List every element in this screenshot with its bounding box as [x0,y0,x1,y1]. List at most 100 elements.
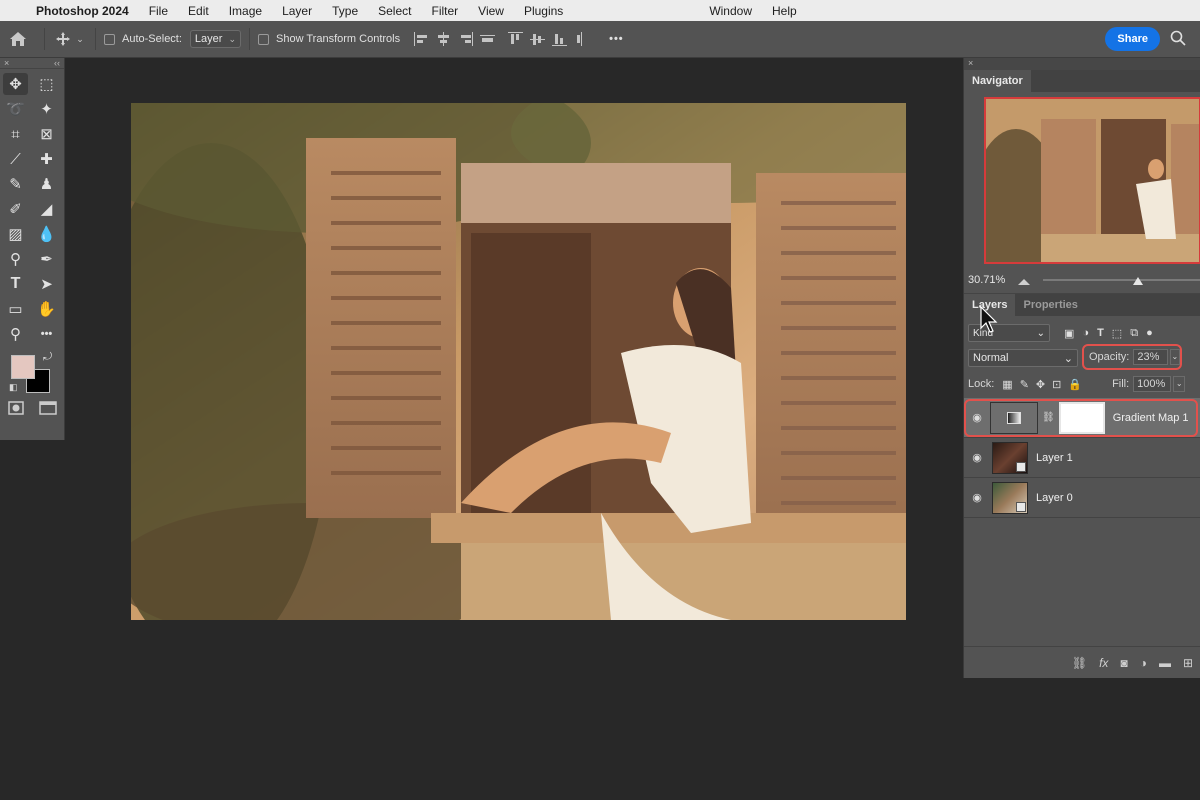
more-options-icon[interactable]: ••• [609,33,624,45]
menu-filter[interactable]: Filter [431,4,458,18]
layer-name[interactable]: Layer 1 [1036,452,1073,464]
lock-all-icon[interactable]: 🔒 [1068,378,1082,391]
new-adjustment-layer-icon[interactable]: ◑ [1140,656,1147,670]
add-mask-icon[interactable]: ◙ [1120,656,1127,670]
layer-row-gradient-map-1[interactable]: ◉ ⛓ Gradient Map 1 [964,398,1200,438]
filter-pixel-icon[interactable]: ▣ [1064,327,1074,340]
eyedropper-tool-icon[interactable]: ⟋ [0,148,31,170]
magic-wand-tool-icon[interactable]: ✦ [31,98,62,120]
menu-view[interactable]: View [478,4,504,18]
menu-image[interactable]: Image [229,4,262,18]
gradient-tool-icon[interactable]: ▨ [0,223,31,245]
fx-icon[interactable]: fx [1099,656,1108,670]
auto-select-dropdown[interactable]: Layer ⌄ [189,30,241,48]
pen-tool-icon[interactable]: ✒ [31,248,62,270]
close-icon[interactable]: × [4,58,9,68]
zoom-tool-icon[interactable]: ⚲ [0,323,31,345]
crop-tool-icon[interactable]: ⌗ [0,123,31,145]
home-icon[interactable] [0,31,36,47]
navigator-zoom-value[interactable]: 30.71% [968,274,1005,286]
search-icon[interactable] [1170,30,1186,49]
lasso-tool-icon[interactable]: ➰ [0,98,31,120]
menu-file[interactable]: File [149,4,168,18]
align-left-icon[interactable] [414,32,429,46]
lock-image-icon[interactable]: ✎ [1020,378,1029,391]
stamp-tool-icon[interactable]: ♟ [31,173,62,195]
layer-row-layer-0[interactable]: ◉ Layer 0 [964,478,1200,518]
link-chain-icon[interactable]: ⛓ [1042,412,1055,423]
layer-name[interactable]: Layer 0 [1036,492,1073,504]
filter-adjustment-icon[interactable]: ◑ [1082,327,1089,340]
auto-select-checkbox[interactable] [104,33,115,45]
visibility-eye-icon[interactable]: ◉ [964,411,990,424]
type-tool-icon[interactable]: T [0,273,31,295]
menu-window[interactable]: Window [709,4,752,18]
filter-shape-icon[interactable]: ⬚ [1112,327,1122,340]
path-select-tool-icon[interactable]: ➤ [31,273,62,295]
blur-tool-icon[interactable]: 💧 [31,223,62,245]
filter-type-icon[interactable]: T [1097,327,1104,340]
layer-mask-thumbnail[interactable] [1058,401,1105,434]
tool-preset-chevron-icon[interactable]: ⌄ [73,34,87,45]
navigator-preview[interactable] [984,97,1200,264]
zoom-out-icon[interactable] [1018,276,1030,285]
lock-transparency-icon[interactable]: ▦ [1002,378,1012,391]
menu-edit[interactable]: Edit [188,4,209,18]
more-tools-icon[interactable]: ••• [31,323,62,345]
healing-brush-tool-icon[interactable]: ✚ [31,148,62,170]
quick-mask-icon[interactable] [7,401,24,418]
show-transform-checkbox[interactable] [258,33,269,45]
swap-colors-icon[interactable]: ⤾ [43,351,52,364]
layer-name[interactable]: Gradient Map 1 [1113,412,1189,424]
distribute-vertical-icon[interactable] [574,32,589,46]
menu-layer[interactable]: Layer [282,4,312,18]
align-bottom-icon[interactable] [552,32,568,46]
foreground-color-swatch[interactable] [11,355,35,379]
distribute-icon[interactable] [480,32,496,46]
visibility-eye-icon[interactable]: ◉ [964,451,990,464]
rectangle-tool-icon[interactable]: ▭ [0,298,31,320]
menu-type[interactable]: Type [332,4,358,18]
layer-row-layer-1[interactable]: ◉ Layer 1 [964,438,1200,478]
eraser-tool-icon[interactable]: ◢ [31,198,62,220]
tab-properties[interactable]: Properties [1015,294,1085,316]
lock-artboard-icon[interactable]: ⊡ [1052,378,1061,391]
default-colors-icon[interactable]: ◧ [9,382,18,393]
move-tool-icon[interactable]: ✥ [3,73,28,95]
marquee-tool-icon[interactable]: ⬚ [31,73,62,95]
fill-input[interactable]: 100% [1133,376,1172,392]
dodge-tool-icon[interactable]: ⚲ [0,248,31,270]
menu-help[interactable]: Help [772,4,797,18]
opacity-chevron-icon[interactable]: ⌄ [1169,349,1180,365]
link-layers-icon[interactable]: ⛓ [1072,656,1087,670]
menu-app-name[interactable]: Photoshop 2024 [36,4,129,18]
opacity-input[interactable]: 23% [1133,349,1168,365]
new-layer-icon[interactable]: ⊞ [1183,656,1193,670]
menu-select[interactable]: Select [378,4,411,18]
align-right-icon[interactable] [458,32,474,46]
tab-navigator[interactable]: Navigator [964,70,1031,92]
zoom-slider-track[interactable] [1043,279,1200,281]
align-vertical-center-icon[interactable] [530,32,546,46]
zoom-slider-handle[interactable] [1132,277,1143,285]
frame-tool-icon[interactable]: ⊠ [31,123,62,145]
align-top-icon[interactable] [508,32,524,46]
blend-mode-dropdown[interactable]: Normal ⌄ [968,349,1078,367]
collapse-icon[interactable]: ‹‹ [54,58,60,68]
canvas-photo[interactable] [131,103,906,620]
hand-tool-icon[interactable]: ✋ [31,298,62,320]
share-button[interactable]: Share [1105,27,1160,51]
filter-smart-object-icon[interactable]: ⧉ [1130,327,1138,340]
brush-tool-icon[interactable]: ✎ [0,173,31,195]
menu-plugins[interactable]: Plugins [524,4,563,18]
new-group-icon[interactable]: ▬ [1159,656,1171,670]
history-brush-tool-icon[interactable]: ✐ [0,198,31,220]
filter-toggle-icon[interactable]: ● [1146,327,1153,340]
close-icon[interactable]: × [968,58,973,68]
align-horizontal-center-icon[interactable] [436,32,451,46]
fill-chevron-icon[interactable]: ⌄ [1173,376,1186,392]
screen-mode-icon[interactable] [38,401,57,418]
move-tool-icon[interactable] [53,31,73,47]
visibility-eye-icon[interactable]: ◉ [964,491,990,504]
lock-position-icon[interactable]: ✥ [1036,378,1045,391]
